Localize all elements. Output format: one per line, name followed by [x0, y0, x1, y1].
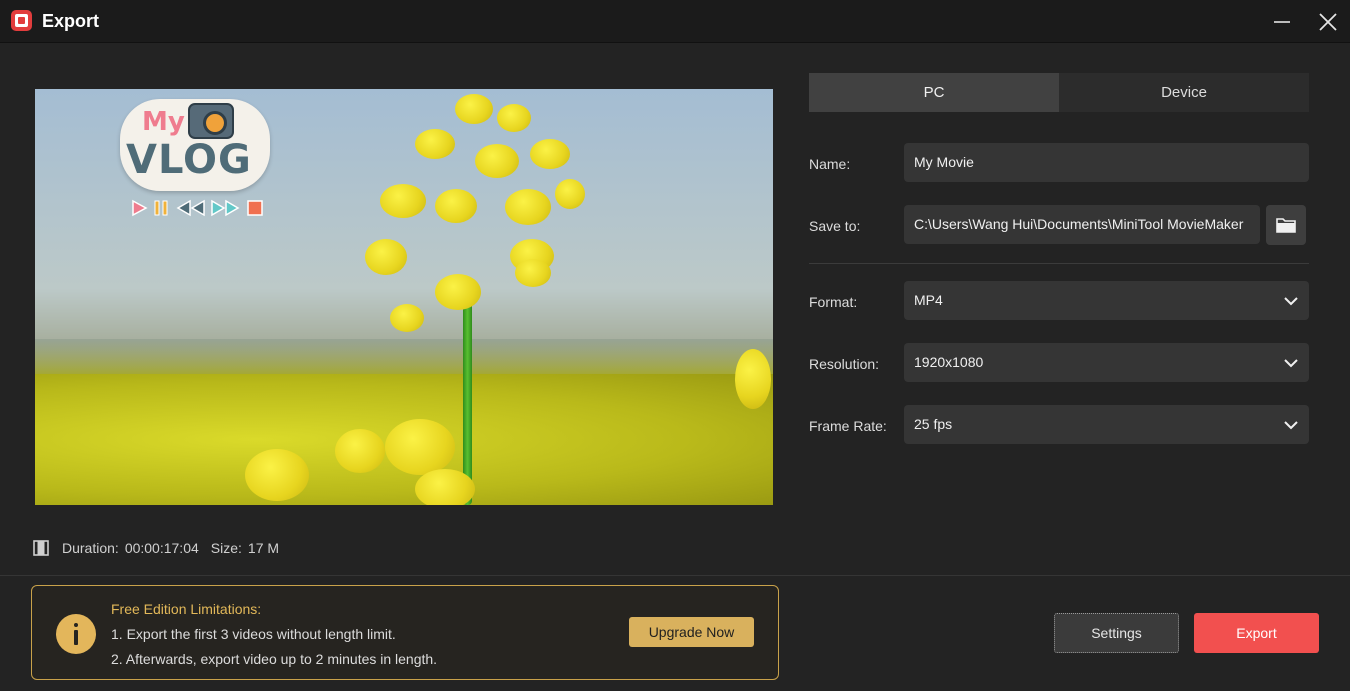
- settings-button[interactable]: Settings: [1054, 613, 1179, 653]
- format-value: MP4: [914, 292, 943, 308]
- preview-haze: [35, 339, 773, 379]
- chevron-down-icon: [1284, 359, 1298, 368]
- vlog-sticker: My VLOG: [120, 99, 270, 191]
- frame-rate-value: 25 fps: [914, 416, 953, 432]
- close-button[interactable]: [1316, 10, 1340, 34]
- resolution-label: Resolution:: [809, 356, 880, 372]
- upgrade-now-button[interactable]: Upgrade Now: [629, 617, 754, 647]
- camera-icon: [188, 103, 234, 139]
- play-icon: [132, 199, 148, 217]
- sticker-media-controls: [130, 199, 270, 217]
- export-stats: Duration: 00:00:17:04 Size: 17 M: [33, 539, 291, 557]
- notice-line-1: 1. Export the first 3 videos without len…: [111, 626, 396, 642]
- size-value: 17 M: [247, 540, 280, 556]
- notice-title: Free Edition Limitations:: [111, 601, 262, 617]
- film-icon: [33, 540, 49, 556]
- preview-flower-stem: [463, 289, 472, 505]
- vlog-sticker-top: My: [142, 107, 185, 137]
- destination-tabs: PC Device: [809, 73, 1309, 112]
- frame-rate-select[interactable]: 25 fps: [904, 405, 1309, 444]
- rewind-icon: [176, 199, 205, 217]
- close-icon: [1319, 13, 1337, 31]
- format-label: Format:: [809, 294, 858, 310]
- notice-line-2: 2. Afterwards, export video up to 2 minu…: [111, 651, 438, 667]
- minimize-icon: [1274, 21, 1290, 23]
- browse-folder-button[interactable]: [1266, 205, 1306, 245]
- fast-forward-icon: [211, 199, 240, 217]
- save-to-label: Save to:: [809, 218, 861, 234]
- name-input[interactable]: My Movie: [904, 143, 1309, 182]
- tab-device[interactable]: Device: [1059, 73, 1309, 112]
- frame-rate-label: Frame Rate:: [809, 418, 887, 434]
- folder-icon: [1276, 218, 1296, 233]
- save-to-input[interactable]: C:\Users\Wang Hui\Documents\MiniTool Mov…: [904, 205, 1260, 244]
- minimize-button[interactable]: [1270, 10, 1294, 34]
- name-label: Name:: [809, 156, 851, 172]
- resolution-value: 1920x1080: [914, 354, 984, 370]
- video-preview: My VLOG: [35, 89, 773, 505]
- resolution-select[interactable]: 1920x1080: [904, 343, 1309, 382]
- info-icon: [56, 614, 96, 654]
- vlog-sticker-main: VLOG: [126, 137, 252, 183]
- footer-divider: [0, 575, 1350, 576]
- title-bar: Export: [0, 0, 1350, 43]
- chevron-down-icon: [1284, 421, 1298, 430]
- pause-icon: [154, 200, 168, 216]
- app-logo-icon: [11, 10, 32, 31]
- format-select[interactable]: MP4: [904, 281, 1309, 320]
- tab-pc[interactable]: PC: [809, 73, 1059, 112]
- export-button[interactable]: Export: [1194, 613, 1319, 653]
- stop-icon: [247, 200, 263, 216]
- size-label: Size:: [210, 540, 242, 556]
- free-edition-notice: Free Edition Limitations: 1. Export the …: [31, 585, 779, 680]
- duration-value: 00:00:17:04: [124, 540, 199, 556]
- window-title: Export: [42, 11, 100, 31]
- form-separator: [809, 263, 1309, 264]
- duration-label: Duration:: [62, 540, 119, 556]
- chevron-down-icon: [1284, 297, 1298, 306]
